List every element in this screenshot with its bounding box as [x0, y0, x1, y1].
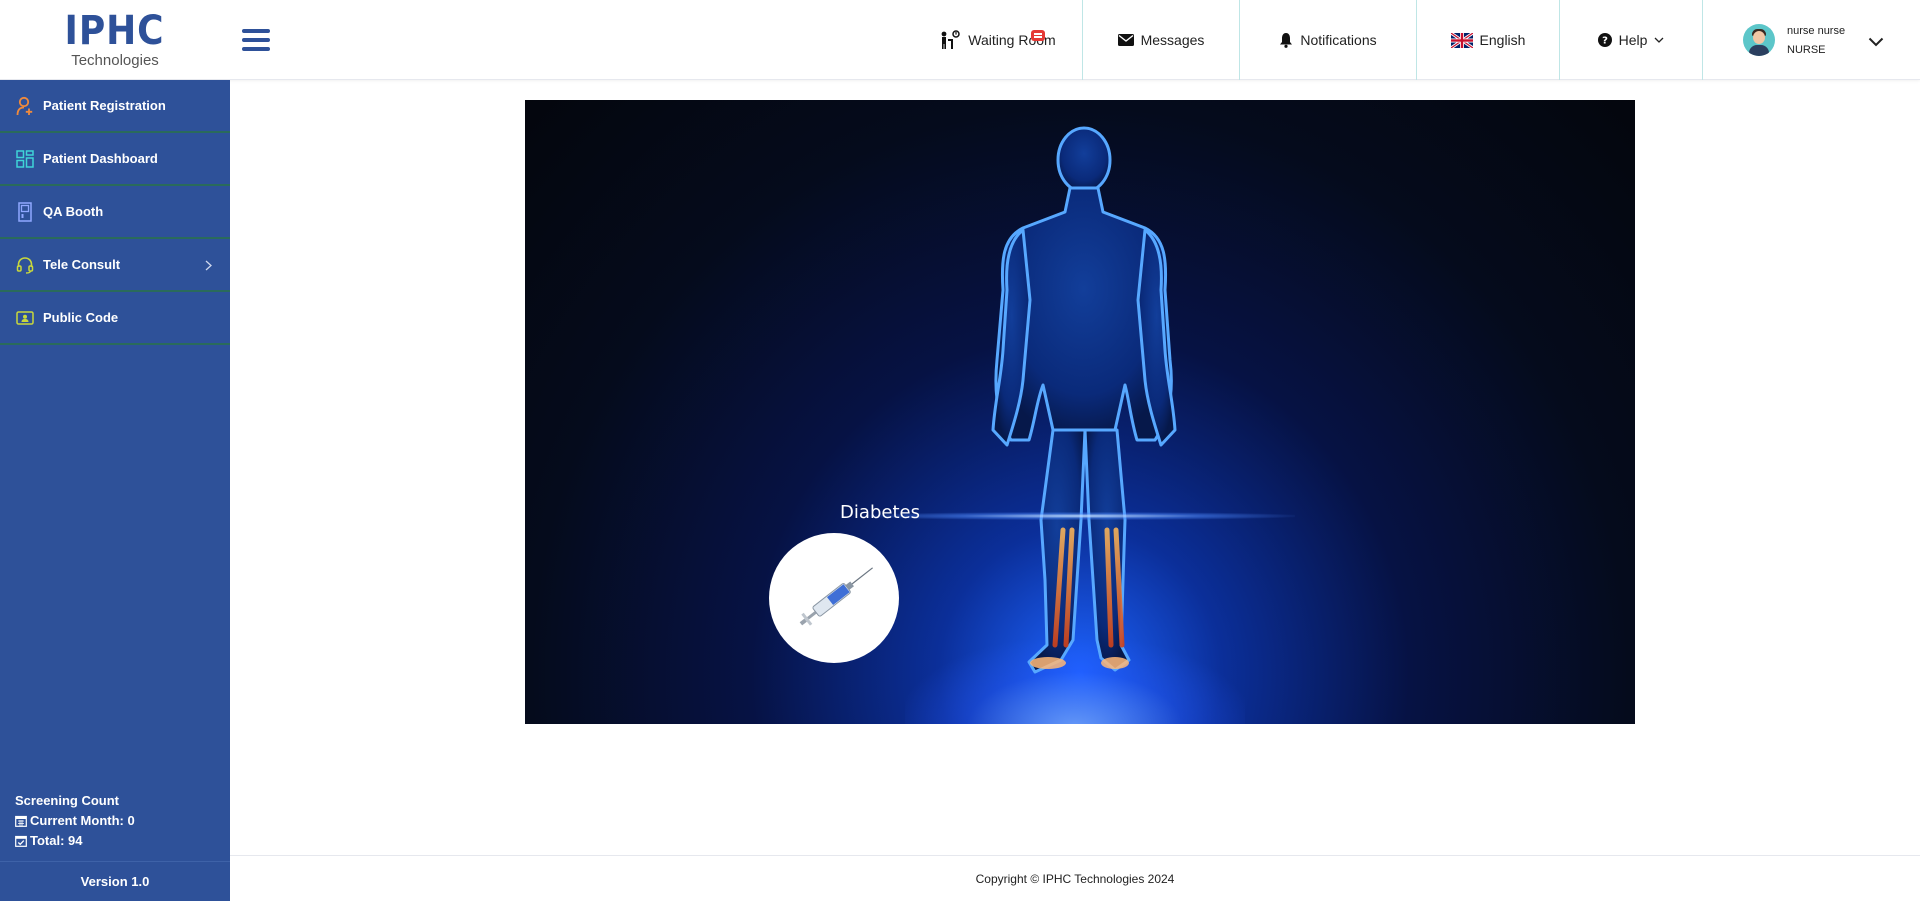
calendar-check-icon — [15, 835, 27, 847]
question-circle-icon: ? — [1597, 33, 1612, 47]
avatar-body — [1749, 45, 1769, 56]
app-version: Version 1.0 — [0, 861, 230, 901]
messages-link[interactable]: Messages — [1083, 0, 1240, 80]
hero-illustration: Diabetes — [525, 100, 1635, 724]
notifications-label: Notifications — [1300, 32, 1377, 48]
menu-toggle-button[interactable] — [242, 29, 270, 53]
sidebar-item-tele-consult[interactable]: Tele Consult — [0, 239, 230, 292]
screening-total: Total: 94 — [15, 831, 135, 851]
language-label: English — [1479, 32, 1526, 48]
hamburger-line — [242, 38, 270, 42]
chevron-right-icon — [205, 259, 212, 274]
hamburger-line — [242, 29, 270, 33]
sidebar-item-label: QA Booth — [43, 204, 104, 219]
waiting-room-icon — [939, 30, 961, 50]
chevron-down-icon — [1654, 37, 1664, 43]
screening-current-month: Current Month: 0 — [15, 811, 135, 831]
booth-icon — [15, 201, 35, 222]
brand-logo[interactable]: IPHC Technologies — [0, 0, 230, 80]
current-month-value: Current Month: 0 — [30, 813, 135, 828]
top-header: IPHC Technologies Waiting Room Messages … — [0, 0, 1920, 80]
language-selector[interactable]: English — [1417, 0, 1560, 80]
user-info: nurse nurse NURSE — [1787, 23, 1845, 58]
brand-subtitle: Technologies — [71, 52, 159, 69]
footer: Copyright © IPHC Technologies 2024 — [230, 855, 1920, 901]
sidebar-item-label: Public Code — [43, 310, 119, 325]
chevron-down-icon[interactable] — [1868, 34, 1884, 50]
dashboard-grid-icon — [15, 149, 35, 169]
avatar-head — [1753, 31, 1765, 44]
sidebar-item-patient-dashboard[interactable]: Patient Dashboard — [0, 133, 230, 186]
human-body-illustration — [991, 126, 1177, 674]
screening-title: Screening Count — [15, 793, 120, 808]
user-name: nurse nurse — [1787, 24, 1846, 37]
user-add-icon — [15, 96, 35, 116]
header-nav: Waiting Room Messages Notifications Engl… — [913, 0, 1920, 80]
user-role: NURSE — [1787, 43, 1826, 56]
envelope-icon — [1117, 34, 1134, 46]
notifications-link[interactable]: Notifications — [1240, 0, 1417, 80]
bell-icon — [1279, 32, 1293, 48]
uk-flag-icon — [1450, 32, 1473, 48]
sidebar-item-label: Patient Dashboard — [43, 151, 158, 166]
waiting-room-link[interactable]: Waiting Room — [913, 0, 1083, 80]
sidebar-item-label: Patient Registration — [43, 98, 166, 113]
sidebar-item-public-code[interactable]: Public Code — [0, 292, 230, 345]
screening-count: Screening Count Current Month: 0 Total: … — [15, 791, 135, 851]
sidebar-item-label: Tele Consult — [43, 257, 121, 272]
copyright-text: Copyright © IPHC Technologies 2024 — [975, 871, 1175, 886]
svg-text:?: ? — [1602, 36, 1608, 47]
sidebar-item-qa-booth[interactable]: QA Booth — [0, 186, 230, 239]
calendar-icon — [15, 815, 27, 827]
help-dropdown[interactable]: ? Help — [1560, 0, 1703, 80]
avatar — [1743, 24, 1775, 56]
syringe-icon — [799, 567, 873, 626]
hamburger-line — [242, 47, 270, 51]
user-menu[interactable]: nurse nurse NURSE — [1703, 0, 1920, 80]
syringe-badge — [769, 533, 899, 663]
headset-icon — [15, 255, 35, 275]
chat-badge-icon — [1031, 30, 1045, 41]
sidebar-item-patient-registration[interactable]: Patient Registration — [0, 80, 230, 133]
help-label: Help — [1618, 32, 1648, 48]
sidebar: Patient Registration Patient Dashboard Q… — [0, 80, 230, 901]
condition-label: Diabetes — [840, 502, 920, 523]
total-value: Total: 94 — [30, 833, 83, 848]
id-card-icon — [15, 308, 35, 328]
brand-name: IPHC — [65, 8, 165, 54]
messages-label: Messages — [1140, 32, 1205, 48]
